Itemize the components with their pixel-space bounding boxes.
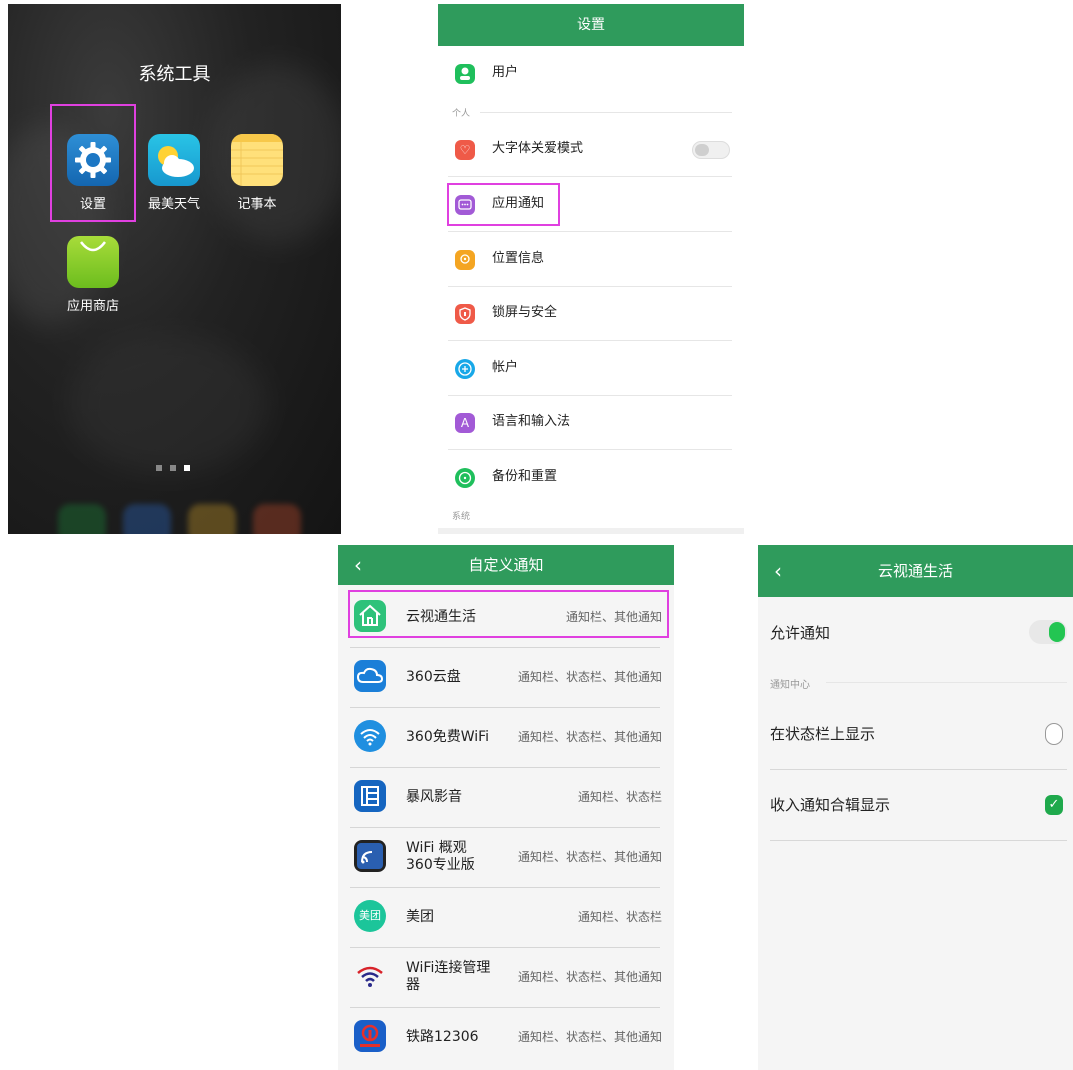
app-name: 360免费WiFi [406, 729, 490, 745]
back-button[interactable]: ‹ [354, 545, 362, 585]
app-label: 最美天气 [147, 197, 200, 212]
app-notification-types: 通知栏、状态栏、其他通知 [517, 730, 662, 744]
settings-item-lock-security[interactable]: 锁屏与安全 [448, 286, 732, 341]
status-bar-radio[interactable] [1045, 723, 1063, 745]
settings-item-label: 用户 [492, 65, 519, 80]
collapse-notification-label: 收入通知合辑显示 [770, 796, 891, 814]
backup-icon [455, 468, 475, 488]
settings-item-location[interactable]: 位置信息 [448, 232, 732, 287]
settings-item-label: 语言和输入法 [492, 414, 571, 429]
page-title: 设置 [577, 17, 605, 33]
app-name: WiFi连接管理 器 [406, 960, 490, 994]
weather-icon [148, 134, 200, 186]
app-notification-detail-screen: ‹ 云视通生活 允许通知 通知中心 在状态栏上显示 收入通知合辑显示 ✓ [758, 545, 1073, 1070]
cloud-icon [354, 660, 386, 692]
settings-item-large-font[interactable]: ♡ 大字体关爱模式 [448, 122, 732, 177]
app-name-line: 360专业版 [406, 857, 475, 873]
app-notepad[interactable]: 记事本 [227, 134, 287, 212]
check-icon[interactable]: ✓ [1045, 795, 1063, 815]
shopping-bag-icon [67, 236, 119, 288]
app-notification-types: 通知栏、状态栏 [577, 910, 662, 924]
app-store[interactable]: 应用商店 [63, 236, 123, 314]
app-notification-types: 通知栏、状态栏、其他通知 [517, 1030, 662, 1044]
allow-notification-row[interactable]: 允许通知 [770, 597, 1067, 669]
app-row-360-wifi[interactable]: 360免费WiFi 通知栏、状态栏、其他通知 [350, 707, 662, 768]
home-folder-screen: 系统工具 设置 最美天气 记事本 应用商店 [8, 4, 341, 534]
app-name: 暴风影音 [406, 789, 462, 805]
app-name-line: WiFi 概观 [406, 840, 467, 856]
meituan-icon: 美团 [354, 900, 386, 932]
divider [480, 112, 732, 113]
user-icon [455, 64, 475, 84]
plus-circle-icon [455, 359, 475, 379]
app-row-meituan[interactable]: 美团 美团 通知栏、状态栏 [350, 887, 662, 948]
app-notification-types: 通知栏、状态栏、其他通知 [517, 670, 662, 684]
section-label-system: 系统 [452, 512, 471, 522]
collapse-notification-row[interactable]: 收入通知合辑显示 ✓ [770, 770, 1067, 841]
heart-icon: ♡ [455, 140, 475, 160]
section-label-personal: 个人 [452, 109, 471, 119]
highlight-box [348, 590, 669, 638]
settings-item-user[interactable]: 用户 [448, 46, 732, 102]
divider [826, 682, 1067, 683]
section-label-notification-center: 通知中心 [770, 680, 810, 691]
notepad-icon [231, 134, 283, 186]
app-weather[interactable]: 最美天气 [144, 134, 204, 212]
shield-icon [455, 304, 475, 324]
settings-item-language[interactable]: A 语言和输入法 [448, 395, 732, 450]
page-title: 自定义通知 [468, 556, 544, 574]
divider [438, 528, 744, 534]
app-row-12306[interactable]: 铁路12306 通知栏、状态栏、其他通知 [350, 1007, 662, 1067]
settings-item-backup[interactable]: 备份和重置 [448, 450, 732, 504]
settings-item-label: 帐户 [492, 360, 519, 375]
wifi-signal-icon [354, 840, 386, 872]
meituan-icon-text: 美团 [359, 909, 381, 922]
custom-notification-header: ‹ 自定义通知 [338, 545, 674, 585]
allow-notification-toggle[interactable] [1029, 620, 1067, 644]
location-icon [455, 250, 475, 270]
app-label: 记事本 [237, 197, 277, 212]
status-bar-display-row[interactable]: 在状态栏上显示 [770, 699, 1067, 770]
detail-header: ‹ 云视通生活 [758, 545, 1073, 597]
back-button[interactable]: ‹ [774, 545, 782, 597]
large-font-toggle[interactable] [692, 141, 730, 159]
page-indicator [156, 456, 198, 475]
app-notification-types: 通知栏、状态栏、其他通知 [517, 970, 662, 984]
app-name: 360云盘 [406, 669, 461, 685]
railway-icon [354, 1020, 386, 1052]
app-name: 美团 [406, 909, 434, 925]
dock [8, 494, 341, 534]
highlight-box [447, 183, 560, 226]
app-name-line: WiFi连接管理 [406, 960, 491, 976]
folder-title: 系统工具 [138, 64, 211, 85]
app-label: 应用商店 [66, 299, 119, 314]
language-icon: A [455, 413, 475, 433]
app-name-line: 器 [406, 977, 420, 993]
app-name: WiFi 概观 360专业版 [406, 840, 475, 874]
app-row-wifi-manager[interactable]: WiFi连接管理 器 通知栏、状态栏、其他通知 [350, 947, 662, 1008]
app-notification-types: 通知栏、状态栏、其他通知 [517, 850, 662, 864]
settings-item-label: 大字体关爱模式 [492, 141, 584, 156]
page-title: 云视通生活 [877, 562, 953, 580]
highlight-box [50, 104, 136, 222]
app-row-wifi-overview[interactable]: WiFi 概观 360专业版 通知栏、状态栏、其他通知 [350, 827, 662, 888]
wifi-icon [354, 960, 386, 992]
app-row-360-cloud[interactable]: 360云盘 通知栏、状态栏、其他通知 [350, 647, 662, 708]
settings-header: 设置 [438, 4, 744, 46]
settings-item-label: 锁屏与安全 [492, 305, 558, 320]
status-bar-display-label: 在状态栏上显示 [770, 725, 876, 743]
wifi-icon [354, 720, 386, 752]
custom-notification-screen: ‹ 自定义通知 云视通生活 通知栏、其他通知 360云盘 通知栏、状态栏、其他通… [338, 545, 674, 1070]
allow-notification-label: 允许通知 [770, 624, 831, 642]
film-icon [354, 780, 386, 812]
app-notification-types: 通知栏、状态栏 [577, 790, 662, 804]
app-name: 铁路12306 [406, 1029, 479, 1045]
settings-item-account[interactable]: 帐户 [448, 341, 732, 396]
settings-item-label: 位置信息 [492, 251, 545, 266]
settings-screen: 设置 用户 个人 ♡ 大字体关爱模式 应用通知 位置信息 锁屏与安全 帐户 A … [438, 4, 744, 534]
settings-item-label: 备份和重置 [492, 469, 558, 484]
app-row-baofeng[interactable]: 暴风影音 通知栏、状态栏 [350, 767, 662, 828]
